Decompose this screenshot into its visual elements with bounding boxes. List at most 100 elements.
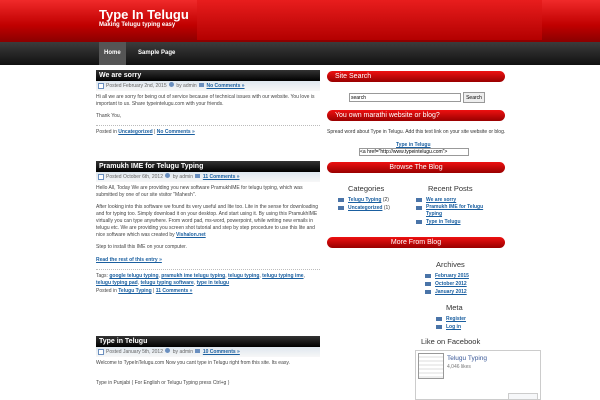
categories-heading: Categories (348, 184, 385, 193)
comment-icon (195, 174, 201, 178)
post-meta: Posted January 5th, 2012 by admin 10 Com… (96, 347, 320, 357)
archive-link[interactable]: February 2015 (435, 273, 469, 279)
read-more-link[interactable]: Read the rest of this entry » (96, 257, 162, 263)
user-icon (165, 173, 171, 178)
comments-link[interactable]: 11 Comments » (156, 288, 193, 294)
post-icon (416, 206, 422, 210)
like-button[interactable] (508, 393, 538, 400)
categories-list: Telugu Typing (2) Uncategorized (1) (338, 196, 390, 212)
post-paragraph: Hello All, Today We are providing you ne… (96, 185, 303, 198)
more-from-blog-header: More From Blog (327, 237, 505, 248)
calendar-icon (98, 349, 104, 355)
post-paragraph: Welcome to TypeInTelugu.com Now you cant… (96, 360, 290, 366)
nav-home[interactable]: Home (99, 42, 126, 65)
site-tagline: Making Telugu typing easy (99, 22, 176, 28)
post-paragraph: Step to install this IME on your compute… (96, 244, 187, 250)
archive-icon (425, 290, 431, 294)
archive-link[interactable]: October 2012 (435, 281, 467, 287)
register-link[interactable]: Register (446, 316, 466, 322)
own-website-text: Spread word about Type in Telugu. Add th… (327, 129, 506, 135)
meta-heading: Meta (446, 303, 463, 312)
main-nav: Home Sample Page (0, 42, 600, 65)
archives-list: February 2015 October 2012 January 2012 (425, 272, 469, 296)
post-comments-link[interactable]: 11 Comments » (203, 174, 240, 180)
category-link[interactable]: Telugu Typing (118, 288, 151, 294)
tag-link[interactable]: google telugu typing (109, 273, 158, 279)
list-item: Pramukh IME for Telugu Typing (416, 204, 496, 218)
category-link[interactable]: Uncategorized (118, 129, 152, 135)
post-title[interactable]: Type in Telugu (96, 336, 320, 347)
recent-post-link[interactable]: We are sorry (426, 197, 456, 203)
post-meta: Posted February 2nd, 2015 by admin No Co… (96, 81, 320, 91)
search-input[interactable] (349, 93, 461, 102)
comment-icon (195, 349, 201, 353)
recent-post-link[interactable]: Pramukh IME for Telugu Typing (426, 204, 483, 217)
browse-blog-header: Browse The Blog (327, 162, 505, 173)
post-title[interactable]: Pramukh IME for Telugu Typing (96, 161, 320, 172)
facebook-widget: Telugu Typing 4,046 likes (415, 350, 541, 400)
site-header: Type In Telugu Making Telugu typing easy (0, 0, 600, 42)
login-link[interactable]: Log in (446, 324, 461, 330)
calendar-icon (98, 174, 104, 180)
nav-sample-page[interactable]: Sample Page (133, 42, 180, 65)
search-button[interactable]: Search (463, 92, 485, 103)
link-code-field[interactable] (359, 148, 469, 156)
post-meta: Posted October 6th, 2012 by admin 11 Com… (96, 172, 320, 182)
category-link[interactable]: Uncategorized (348, 205, 382, 211)
list-item: Register (436, 315, 466, 323)
site-title[interactable]: Type In Telugu (99, 7, 189, 22)
tag-link[interactable]: telugu typing software (140, 280, 193, 286)
list-item: Log in (436, 323, 466, 331)
post-date: Posted February 2nd, 2015 (106, 83, 167, 89)
tag-link[interactable]: pramukh ime telugu typing (161, 273, 225, 279)
user-icon (165, 348, 171, 353)
post-comments-link[interactable]: No Comments » (206, 83, 244, 89)
list-item: We are sorry (416, 196, 496, 204)
post-date: Posted January 5th, 2012 (106, 349, 163, 355)
comment-icon (199, 83, 205, 87)
archive-icon (425, 282, 431, 286)
facebook-page-name[interactable]: Telugu Typing (447, 355, 487, 362)
folder-icon (338, 206, 344, 210)
archive-icon (425, 274, 431, 278)
post-footer: Posted in Telugu Typing | 11 Comments » (96, 288, 193, 294)
list-item: Type in Telugu (416, 218, 496, 226)
post-icon (416, 198, 422, 202)
site-search-header: Site Search (327, 71, 505, 82)
page-thumbnail (418, 353, 444, 379)
post-footer: Posted in Uncategorized | No Comments » (96, 129, 195, 135)
post-we-are-sorry: We are sorry Posted February 2nd, 2015 b… (96, 70, 320, 136)
tag-link[interactable]: telugu typing ime (262, 273, 303, 279)
post-title[interactable]: We are sorry (96, 70, 320, 81)
divider (96, 269, 320, 270)
user-icon (169, 82, 174, 87)
post-type-in-telugu: Type in Telugu Posted January 5th, 2012 … (96, 336, 320, 387)
post-paragraph: Type in Punjabi ( For English or Telugu … (96, 380, 230, 386)
post-pramukh-ime: Pramukh IME for Telugu Typing Posted Oct… (96, 161, 320, 295)
post-icon (416, 220, 422, 224)
header-banner (197, 0, 542, 40)
vishalon-link[interactable]: Vishalon.net (176, 232, 206, 238)
recent-post-link[interactable]: Type in Telugu (426, 219, 461, 225)
tag-link[interactable]: telugu typing pad (96, 280, 138, 286)
tag-link[interactable]: type in telugu (197, 280, 230, 286)
list-item: Telugu Typing (2) (338, 196, 390, 204)
post-author: by admin (172, 174, 194, 180)
register-icon (436, 317, 442, 321)
meta-list: Register Log in (436, 315, 466, 331)
post-paragraph: After looking into this software we foun… (96, 204, 319, 238)
list-item: January 2012 (425, 288, 469, 296)
list-item: Uncategorized (1) (338, 204, 390, 212)
post-comments-link[interactable]: 10 Comments » (203, 349, 240, 355)
comments-link[interactable]: No Comments » (157, 129, 195, 135)
divider (96, 125, 320, 126)
tag-link[interactable]: telugu typing (228, 273, 259, 279)
folder-icon (338, 198, 344, 202)
calendar-icon (98, 83, 104, 89)
post-tags: Tags: google telugu typing, pramukh ime … (96, 273, 305, 286)
category-link[interactable]: Telugu Typing (348, 197, 381, 203)
post-author: by admin (176, 83, 197, 89)
archive-link[interactable]: January 2012 (435, 289, 467, 295)
post-author: by admin (172, 349, 194, 355)
facebook-heading: Like on Facebook (421, 337, 481, 346)
